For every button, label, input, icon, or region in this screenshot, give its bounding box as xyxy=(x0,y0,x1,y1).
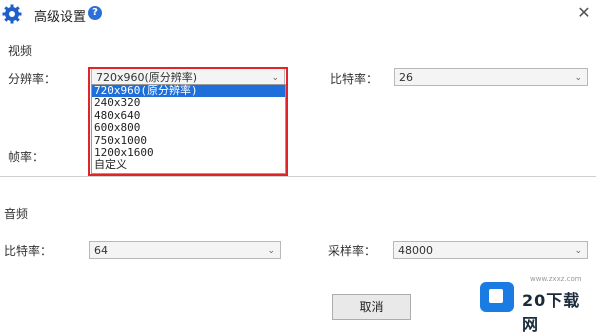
audio-bitrate-value: 64 xyxy=(94,244,108,257)
resolution-dropdown-list: 720x960(原分辨率) 240x320 480x640 600x800 75… xyxy=(91,84,286,174)
resolution-option[interactable]: 240x320 xyxy=(92,96,285,109)
audio-bitrate-select[interactable]: 64 ⌄ xyxy=(89,241,281,259)
resolution-select-value: 720x960(原分辨率) xyxy=(96,71,198,84)
resolution-label: 分辨率： xyxy=(8,72,57,86)
cancel-button[interactable]: 取消 xyxy=(332,294,411,320)
watermark-url: www.zxxz.com xyxy=(530,275,582,283)
close-icon[interactable]: ✕ xyxy=(574,3,594,23)
gear-icon xyxy=(2,4,22,24)
watermark-brand: 20下载网 xyxy=(522,291,581,334)
resolution-option[interactable]: 自定义 xyxy=(92,158,285,171)
section-divider xyxy=(0,176,596,177)
resolution-option[interactable]: 600x800 xyxy=(92,121,285,134)
chevron-down-icon: ⌄ xyxy=(574,73,582,83)
help-icon[interactable]: ? xyxy=(88,6,102,20)
video-bitrate-value: 26 xyxy=(399,71,413,84)
samplerate-value: 48000 xyxy=(398,244,433,257)
chevron-down-icon: ⌄ xyxy=(574,246,582,256)
video-section-title: 视频 xyxy=(8,44,33,58)
audio-section-title: 音频 xyxy=(4,207,29,221)
audio-bitrate-label: 比特率： xyxy=(4,244,53,258)
window-title: 高级设置 xyxy=(34,10,87,25)
framerate-label: 帧率： xyxy=(8,150,45,164)
video-bitrate-label: 比特率： xyxy=(330,72,379,86)
samplerate-label: 采样率： xyxy=(328,244,377,258)
video-bitrate-select[interactable]: 26 ⌄ xyxy=(394,68,588,86)
samplerate-select[interactable]: 48000 ⌄ xyxy=(393,241,588,259)
site-logo-icon xyxy=(480,282,514,312)
chevron-down-icon: ⌄ xyxy=(267,246,275,256)
